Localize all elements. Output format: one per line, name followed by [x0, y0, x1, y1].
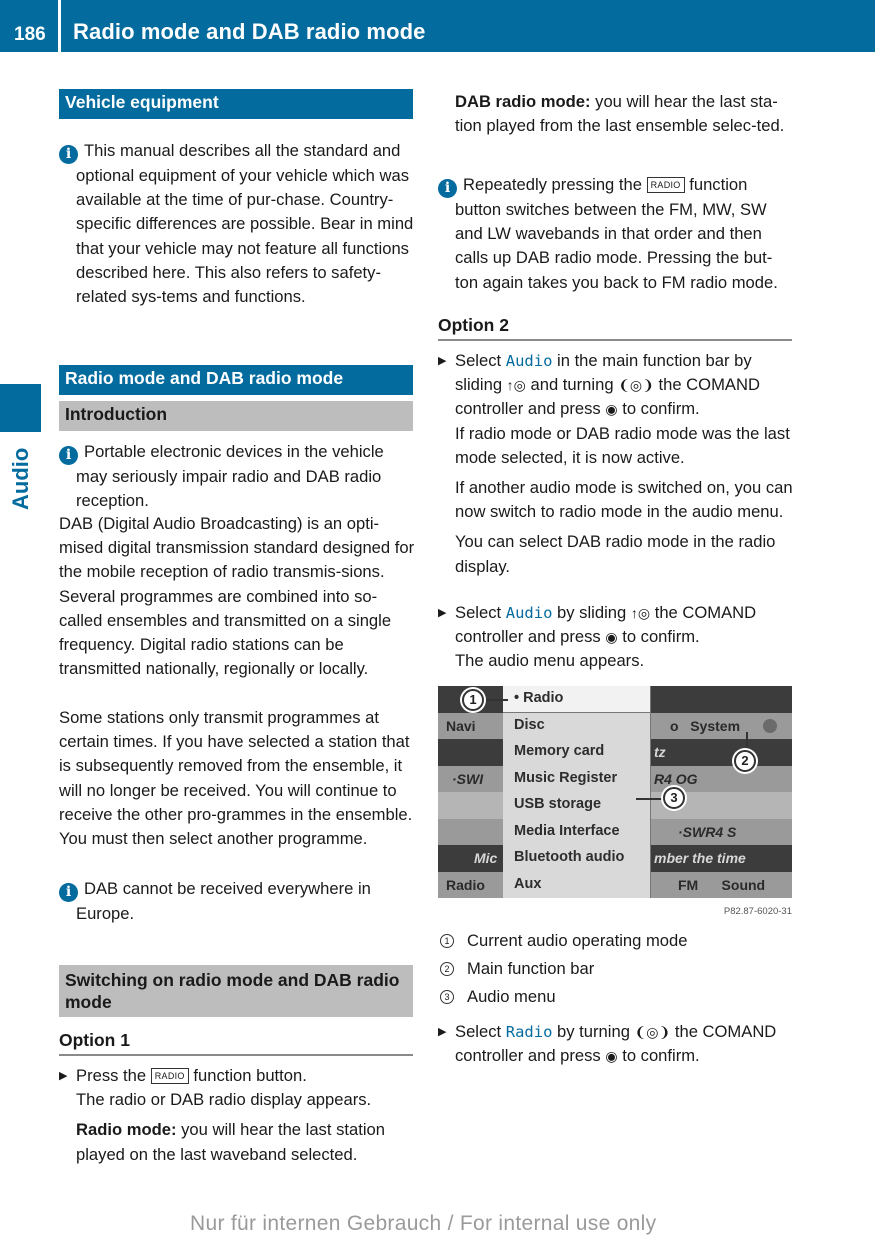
- callout-2: 2: [734, 750, 756, 772]
- audio-menu-item-usb-storage[interactable]: USB storage: [503, 792, 650, 819]
- step-arrow-icon: ▶: [438, 1026, 447, 1038]
- slide-controller-icon: ↑◎: [506, 377, 526, 394]
- ui-term-audio: Audio: [505, 352, 553, 370]
- ui-term-audio: Audio: [505, 604, 553, 622]
- audio-menu-item-music-register[interactable]: Music Register: [503, 766, 650, 793]
- info-vehicle-equipment: i This manual describes all the standard …: [59, 139, 415, 309]
- heading-introduction: Introduction: [59, 401, 413, 431]
- step-select-audio-slide: ▶ Select Audio by sliding ↑◎ the COMAND c…: [438, 601, 794, 674]
- info-dab-coverage: i DAB cannot be received everywhere in Eu…: [59, 877, 415, 926]
- step-arrow-icon: ▶: [438, 607, 447, 619]
- audio-menu-item-bluetooth-audio[interactable]: Bluetooth audio: [503, 845, 650, 872]
- radio-key-icon: RADIO: [150, 1068, 189, 1084]
- press-controller-icon: ◉: [605, 401, 618, 418]
- audio-menu-item-disc[interactable]: Disc: [503, 713, 650, 740]
- info-portable-devices: i Portable electronic devices in the vehi…: [59, 440, 415, 513]
- callout-line: [746, 732, 748, 752]
- callout-1: 1: [462, 689, 484, 711]
- callout-line: [484, 699, 508, 701]
- figure-code: P82.87-6020-31: [723, 906, 792, 917]
- status-dot-icon: [763, 718, 777, 733]
- radio-mode-note: Radio mode: you will hear the last stati…: [76, 1120, 385, 1164]
- callout-line: [636, 798, 664, 800]
- slide-controller-icon: ↑◎: [630, 605, 651, 621]
- audio-menu: • Radio Disc Memory card Music Register …: [503, 686, 651, 898]
- press-controller-icon: ◉: [605, 629, 618, 646]
- audio-menu-item-memory-card[interactable]: Memory card: [503, 739, 650, 766]
- turn-controller-icon: ❨◎❩: [634, 1024, 671, 1040]
- dab-mode-note: DAB radio mode: you will hear the last s…: [455, 92, 785, 136]
- paragraph-dab-definition: DAB (Digital Audio Broadcasting) is an o…: [59, 514, 415, 679]
- info-icon: i: [59, 145, 78, 164]
- chapter-title: Radio mode and DAB radio mode: [73, 19, 426, 44]
- heading-section: Radio mode and DAB radio mode: [59, 365, 413, 395]
- ui-term-radio: Radio: [505, 1023, 553, 1041]
- side-tab-marker: [0, 384, 41, 432]
- result-text: You can select DAB radio mode in the rad…: [455, 532, 776, 576]
- page-number: 186: [14, 24, 46, 45]
- press-controller-icon: ◉: [605, 1048, 618, 1065]
- legend-item: 3 Audio menu: [440, 987, 556, 1007]
- info-icon: i: [438, 179, 457, 198]
- step-select-radio: ▶ Select Radio by turning ❨◎❩ the COMAND …: [438, 1022, 777, 1066]
- result-text: If radio mode or DAB radio mode was the …: [455, 423, 790, 467]
- audio-menu-screenshot: Navi o System tz ·SWI R4 OG ·SWR4 S Mic …: [438, 686, 792, 898]
- internal-use-watermark: Nur für internen Gebrauch / For internal…: [190, 1212, 657, 1235]
- info-icon: i: [59, 883, 78, 902]
- radio-key-icon: RADIO: [646, 177, 685, 193]
- page-header: 186 Radio mode and DAB radio mode: [0, 0, 875, 52]
- heading-switching-on: Switching on radio mode and DAB radio mo…: [59, 965, 413, 1017]
- step-arrow-icon: ▶: [438, 355, 447, 367]
- info-repeated-press: i Repeatedly pressing the RADIO function …: [438, 173, 794, 295]
- audio-menu-item-media-interface[interactable]: Media Interface: [503, 819, 650, 846]
- heading-vehicle-equipment: Vehicle equipment: [59, 89, 413, 119]
- info-icon: i: [59, 446, 78, 465]
- heading-option-1: Option 1: [59, 1030, 413, 1056]
- paragraph-stations: Some stations only transmit programmes a…: [59, 708, 413, 849]
- side-tab-label: Audio: [8, 447, 33, 510]
- audio-menu-item-radio[interactable]: • Radio: [503, 686, 650, 713]
- callout-3: 3: [663, 787, 685, 809]
- heading-option-2: Option 2: [438, 315, 792, 341]
- legend-item: 2 Main function bar: [440, 959, 594, 979]
- legend-item: 1 Current audio operating mode: [440, 931, 687, 951]
- result-text: If another audio mode is switched on, yo…: [455, 478, 793, 522]
- step-arrow-icon: ▶: [59, 1070, 68, 1082]
- audio-menu-item-aux[interactable]: Aux: [503, 872, 650, 899]
- step-select-audio-main-bar: ▶ Select Audio in the main function bar b…: [438, 349, 794, 579]
- header-divider: [58, 0, 61, 52]
- turn-controller-icon: ❨◎❩: [618, 377, 654, 394]
- result-text: The audio menu appears.: [455, 651, 645, 671]
- step-press-radio: ▶ Press the RADIO function button. The ra…: [59, 1064, 415, 1167]
